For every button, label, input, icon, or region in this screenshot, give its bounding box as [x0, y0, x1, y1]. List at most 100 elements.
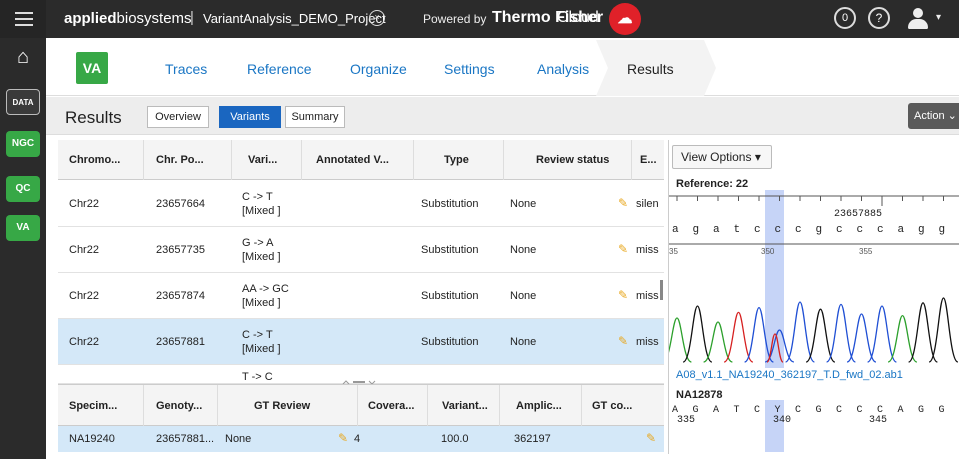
tab-organize[interactable]: Organize: [350, 61, 407, 77]
column-header[interactable]: Annotated V...: [302, 140, 414, 180]
cell-effect: miss: [636, 336, 659, 348]
cell-chrom: Chr22: [69, 244, 99, 256]
action-label: Action: [914, 110, 945, 122]
cell-chrom: Chr22: [69, 290, 99, 302]
sample-tick-label: 345: [869, 415, 887, 426]
trace-file-link[interactable]: A08_v1.1_NA19240_362197_T.D_fwd_02.ab1: [676, 369, 903, 381]
help-icon[interactable]: ?: [868, 7, 890, 29]
tab-reference[interactable]: Reference: [247, 61, 312, 77]
notifications-icon[interactable]: 0: [834, 7, 856, 29]
sidebar-item-va[interactable]: VA: [6, 215, 40, 241]
cell-position: 23657664: [156, 198, 205, 210]
chromatogram-view[interactable]: 23657885 a g a t c c c g c c c a g g 35 350 355: [669, 190, 959, 368]
table-row[interactable]: Chr22 23657735 G -> A [Mixed ] Substituti…: [58, 227, 664, 273]
column-header[interactable]: Specim...: [58, 385, 144, 427]
reference-base: g: [939, 224, 946, 236]
cell-gt-review: None: [225, 433, 252, 445]
column-header[interactable]: Variant...: [428, 385, 500, 427]
tab-results[interactable]: Results: [627, 61, 674, 77]
cell-variant: C -> T [Mixed ]: [242, 329, 281, 355]
cell-chrom: Chr22: [69, 336, 99, 348]
project-close-icon[interactable]: ×: [369, 10, 385, 26]
cell-coverage: 4: [354, 433, 361, 445]
cloud-label: Cloud: [557, 9, 599, 26]
cell-variant: AA -> GC [Mixed ]: [242, 283, 289, 309]
edit-pencil-icon[interactable]: ✎: [618, 334, 628, 348]
cell-effect: silen: [636, 198, 659, 210]
scrollbar-thumb[interactable]: [660, 280, 663, 300]
column-header[interactable]: GT Review: [218, 385, 358, 427]
specimen-row[interactable]: NA19240 23657881... None ✎ 4 100.0 36219…: [58, 426, 664, 452]
table-row-selected[interactable]: Chr22 23657881 C -> T [Mixed ] Substituti…: [58, 319, 664, 365]
column-header[interactable]: Vari...: [232, 140, 302, 180]
cell-variant: T -> C: [242, 371, 273, 383]
user-avatar-icon[interactable]: [905, 6, 931, 32]
hamburger-menu-icon[interactable]: [0, 0, 46, 38]
reference-base: c: [857, 224, 864, 236]
reference-base: g: [693, 224, 700, 236]
reference-base: a: [672, 224, 679, 236]
thermo-cloud-logo-icon: ☁: [609, 3, 641, 35]
cell-position: 23657874: [156, 290, 205, 302]
sample-base: G: [816, 405, 822, 416]
cell-type: Substitution: [421, 336, 479, 348]
cell-genotype: 23657881...: [156, 433, 215, 445]
brand-separator: |: [190, 9, 194, 26]
specimen-table-header: Specim... Genoty... GT Review Covera... …: [58, 384, 664, 427]
scale-tick-label: 35: [669, 247, 678, 256]
reference-base: t: [734, 224, 741, 236]
sample-base: A: [713, 405, 719, 416]
sidebar-item-data[interactable]: DATA: [6, 89, 40, 115]
edit-pencil-icon[interactable]: ✎: [618, 242, 628, 256]
cell-position: 23657881: [156, 336, 205, 348]
brand-logo: appliedbiosystems: [64, 10, 192, 27]
variants-button[interactable]: Variants: [219, 106, 281, 128]
edit-pencil-icon[interactable]: ✎: [618, 288, 628, 302]
action-button[interactable]: Action ⌄: [908, 103, 959, 129]
reference-bases: agatcccgcccagg: [672, 224, 945, 236]
cell-type: Substitution: [421, 244, 479, 256]
overview-button[interactable]: Overview: [147, 106, 209, 128]
column-header[interactable]: Covera...: [358, 385, 428, 427]
column-header[interactable]: Chr. Po...: [144, 140, 232, 180]
edit-pencil-icon[interactable]: ✎: [338, 431, 348, 445]
page-title: Results: [65, 108, 122, 127]
sample-tick-label: 340: [773, 415, 791, 426]
table-row[interactable]: Chr22 23657664 C -> T [Mixed ] Substituti…: [58, 181, 664, 227]
column-header[interactable]: Amplic...: [500, 385, 582, 427]
column-header[interactable]: Type: [414, 140, 504, 180]
table-header: Chromo... Chr. Po... Vari... Annotated V…: [58, 140, 664, 180]
chevron-down-icon[interactable]: ▾: [936, 12, 941, 23]
scale-tick-label: 350: [761, 247, 775, 256]
sidebar-item-qc[interactable]: QC: [6, 176, 40, 202]
column-header[interactable]: Genoty...: [144, 385, 218, 427]
reference-base: c: [836, 224, 843, 236]
tab-traces[interactable]: Traces: [165, 61, 207, 77]
summary-button[interactable]: Summary: [285, 106, 345, 128]
home-icon[interactable]: ⌂: [8, 42, 38, 72]
sample-base: C: [836, 405, 842, 416]
table-row[interactable]: Chr22 23657874 AA -> GC [Mixed ] Substitu…: [58, 273, 664, 319]
column-header[interactable]: Chromo...: [58, 140, 144, 180]
cell-review: None: [510, 290, 537, 302]
reference-base: a: [898, 224, 905, 236]
ref-position-label: 23657885: [834, 209, 882, 220]
column-header[interactable]: GT co...: [582, 385, 664, 427]
trace-peak: [682, 305, 713, 363]
column-header[interactable]: E...: [632, 140, 664, 180]
sidebar-item-ngc[interactable]: NGC: [6, 131, 40, 157]
edit-pencil-icon[interactable]: ✎: [618, 196, 628, 210]
edit-pencil-icon[interactable]: ✎: [646, 431, 656, 445]
tab-analysis[interactable]: Analysis: [537, 61, 589, 77]
cell-review: None: [510, 336, 537, 348]
tab-settings[interactable]: Settings: [444, 61, 495, 77]
view-options-dropdown[interactable]: View Options ▾: [672, 145, 772, 169]
sample-scale-ticks: 335 340 345: [677, 415, 887, 426]
reference-label: Reference: 22: [676, 178, 749, 190]
reference-base: g: [816, 224, 823, 236]
cell-specimen: NA19240: [69, 433, 115, 445]
sample-bases: AGATCYCGCCCAGG: [672, 405, 945, 416]
cell-effect: miss: [636, 244, 659, 256]
column-header[interactable]: Review status: [504, 140, 632, 180]
project-name[interactable]: VariantAnalysis_DEMO_Project: [203, 11, 386, 26]
